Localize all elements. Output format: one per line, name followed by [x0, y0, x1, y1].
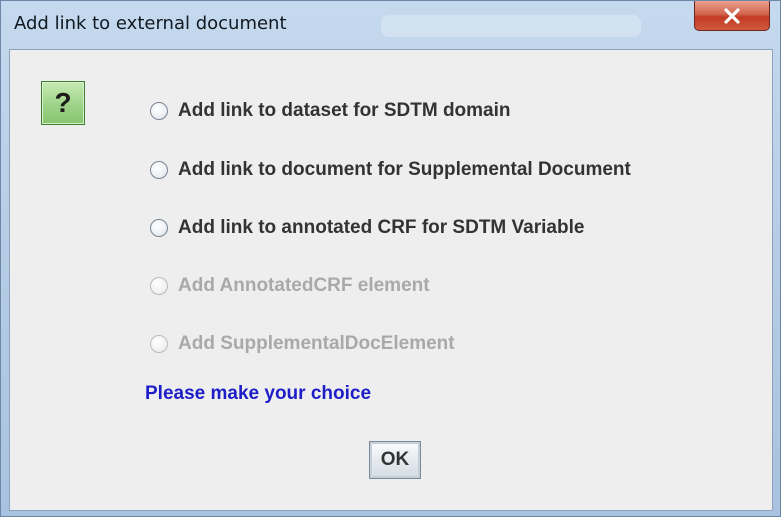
choice-prompt: Please make your choice — [145, 383, 372, 404]
question-mark-glyph: ? — [54, 87, 72, 118]
close-button[interactable] — [694, 1, 770, 31]
radio-button[interactable] — [150, 102, 168, 120]
radio-option-label: Add link to document for Supplemental Do… — [178, 159, 631, 180]
radio-option-label: Add SupplementalDocElement — [178, 333, 455, 354]
radio-button[interactable] — [150, 219, 168, 237]
close-x-icon — [724, 8, 740, 24]
radio-option-label: Add link to dataset for SDTM domain — [178, 100, 511, 121]
radio-option-dataset[interactable]: Add link to dataset for SDTM domain — [150, 99, 511, 123]
ok-button[interactable]: OK — [369, 441, 421, 479]
radio-option-supplementaldoc-element: Add SupplementalDocElement — [150, 332, 455, 356]
radio-option-label: Add AnnotatedCRF element — [178, 275, 430, 296]
window-title: Add link to external document — [14, 13, 287, 34]
question-mark-icon: ? — [41, 81, 85, 125]
dialog-content: ? Add link to dataset for SDTM domain Ad… — [9, 49, 773, 511]
radio-option-document[interactable]: Add link to document for Supplemental Do… — [150, 158, 631, 182]
radio-option-label: Add link to annotated CRF for SDTM Varia… — [178, 217, 585, 238]
radio-option-annotatedcrf-element: Add AnnotatedCRF element — [150, 274, 430, 298]
title-bar-glass — [381, 15, 641, 37]
radio-button-disabled — [150, 335, 168, 353]
radio-option-annotated-crf[interactable]: Add link to annotated CRF for SDTM Varia… — [150, 216, 584, 240]
radio-button-disabled — [150, 277, 168, 295]
radio-button[interactable] — [150, 161, 168, 179]
dialog-window: Add link to external document ? Add link… — [0, 0, 781, 517]
